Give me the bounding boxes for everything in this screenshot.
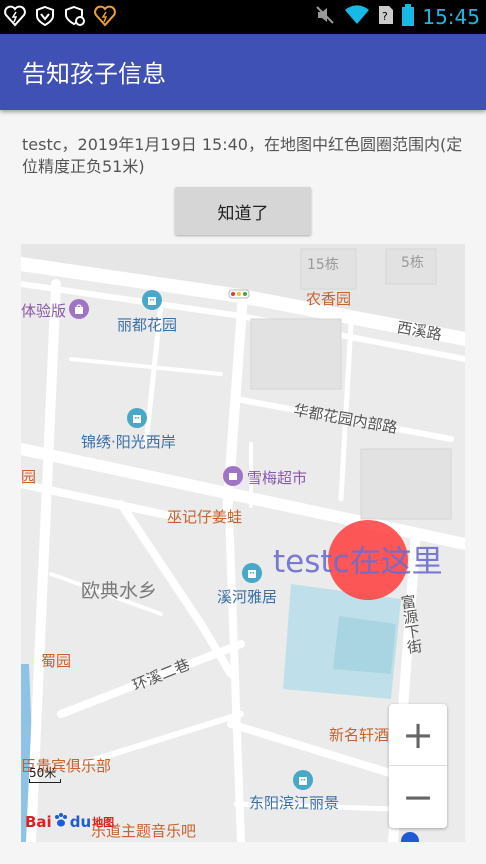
zoom-out-button[interactable]: − <box>389 766 447 828</box>
map-label: 丽都花园 <box>117 316 178 334</box>
shopping-cart-icon <box>223 466 243 486</box>
shield-icon <box>32 3 58 29</box>
shopping-bag-icon <box>69 299 89 319</box>
status-bar: ? 15:45 <box>0 0 486 34</box>
location-message: testc，2019年1月19日 15:40，在地图中红色圆圈范围内(定位精度正… <box>22 135 463 176</box>
building-icon <box>242 563 262 583</box>
map-label: 蜀园 <box>41 652 72 670</box>
zoom-controls: + − <box>389 704 447 828</box>
app-bar: 告知孩子信息 <box>0 34 486 110</box>
map-label: 欧典水乡 <box>81 580 158 602</box>
map-label: 农香园 <box>306 290 352 308</box>
mute-icon <box>314 4 336 30</box>
map-label: 15栋 <box>307 257 339 273</box>
shield-gear-icon <box>62 3 88 29</box>
map-label: 溪河雅居 <box>217 588 278 606</box>
map-label: 园 <box>21 468 37 486</box>
building-icon <box>293 770 313 790</box>
location-label: testc在这里 <box>273 544 443 580</box>
map-label: 5栋 <box>401 255 424 271</box>
zoom-in-button[interactable]: + <box>389 704 447 766</box>
clock: 15:45 <box>422 5 480 29</box>
ok-button[interactable]: 知道了 <box>175 187 311 235</box>
map-label: 雪梅超市 <box>247 469 308 487</box>
building-icon <box>142 290 162 310</box>
page-title: 告知孩子信息 <box>22 60 166 88</box>
sim-icon: ? <box>378 4 394 30</box>
heart-icon <box>92 3 118 29</box>
wifi-icon <box>344 4 370 30</box>
map-label: 体验版 <box>21 302 67 320</box>
map-label: 巫记仔姜蛙 <box>167 508 243 526</box>
map-label: 锦绣·阳光西岸 <box>81 433 176 451</box>
building-icon <box>127 408 147 428</box>
paw-icon <box>53 812 69 832</box>
scale-bar <box>29 779 61 783</box>
svg-text:?: ? <box>382 10 388 23</box>
map-view[interactable]: 15栋 5栋 农香园 体验版 丽都花园 西溪路 华都花园内部路 锦绣·阳光西岸 … <box>21 244 465 842</box>
map-label: 新名轩酒 <box>329 726 390 744</box>
battery-icon <box>402 4 415 30</box>
heart-icon <box>2 3 28 29</box>
baidu-map-logo: Bai du 地图 <box>25 812 115 832</box>
map-label: 东阳滨江丽景 <box>249 794 340 812</box>
